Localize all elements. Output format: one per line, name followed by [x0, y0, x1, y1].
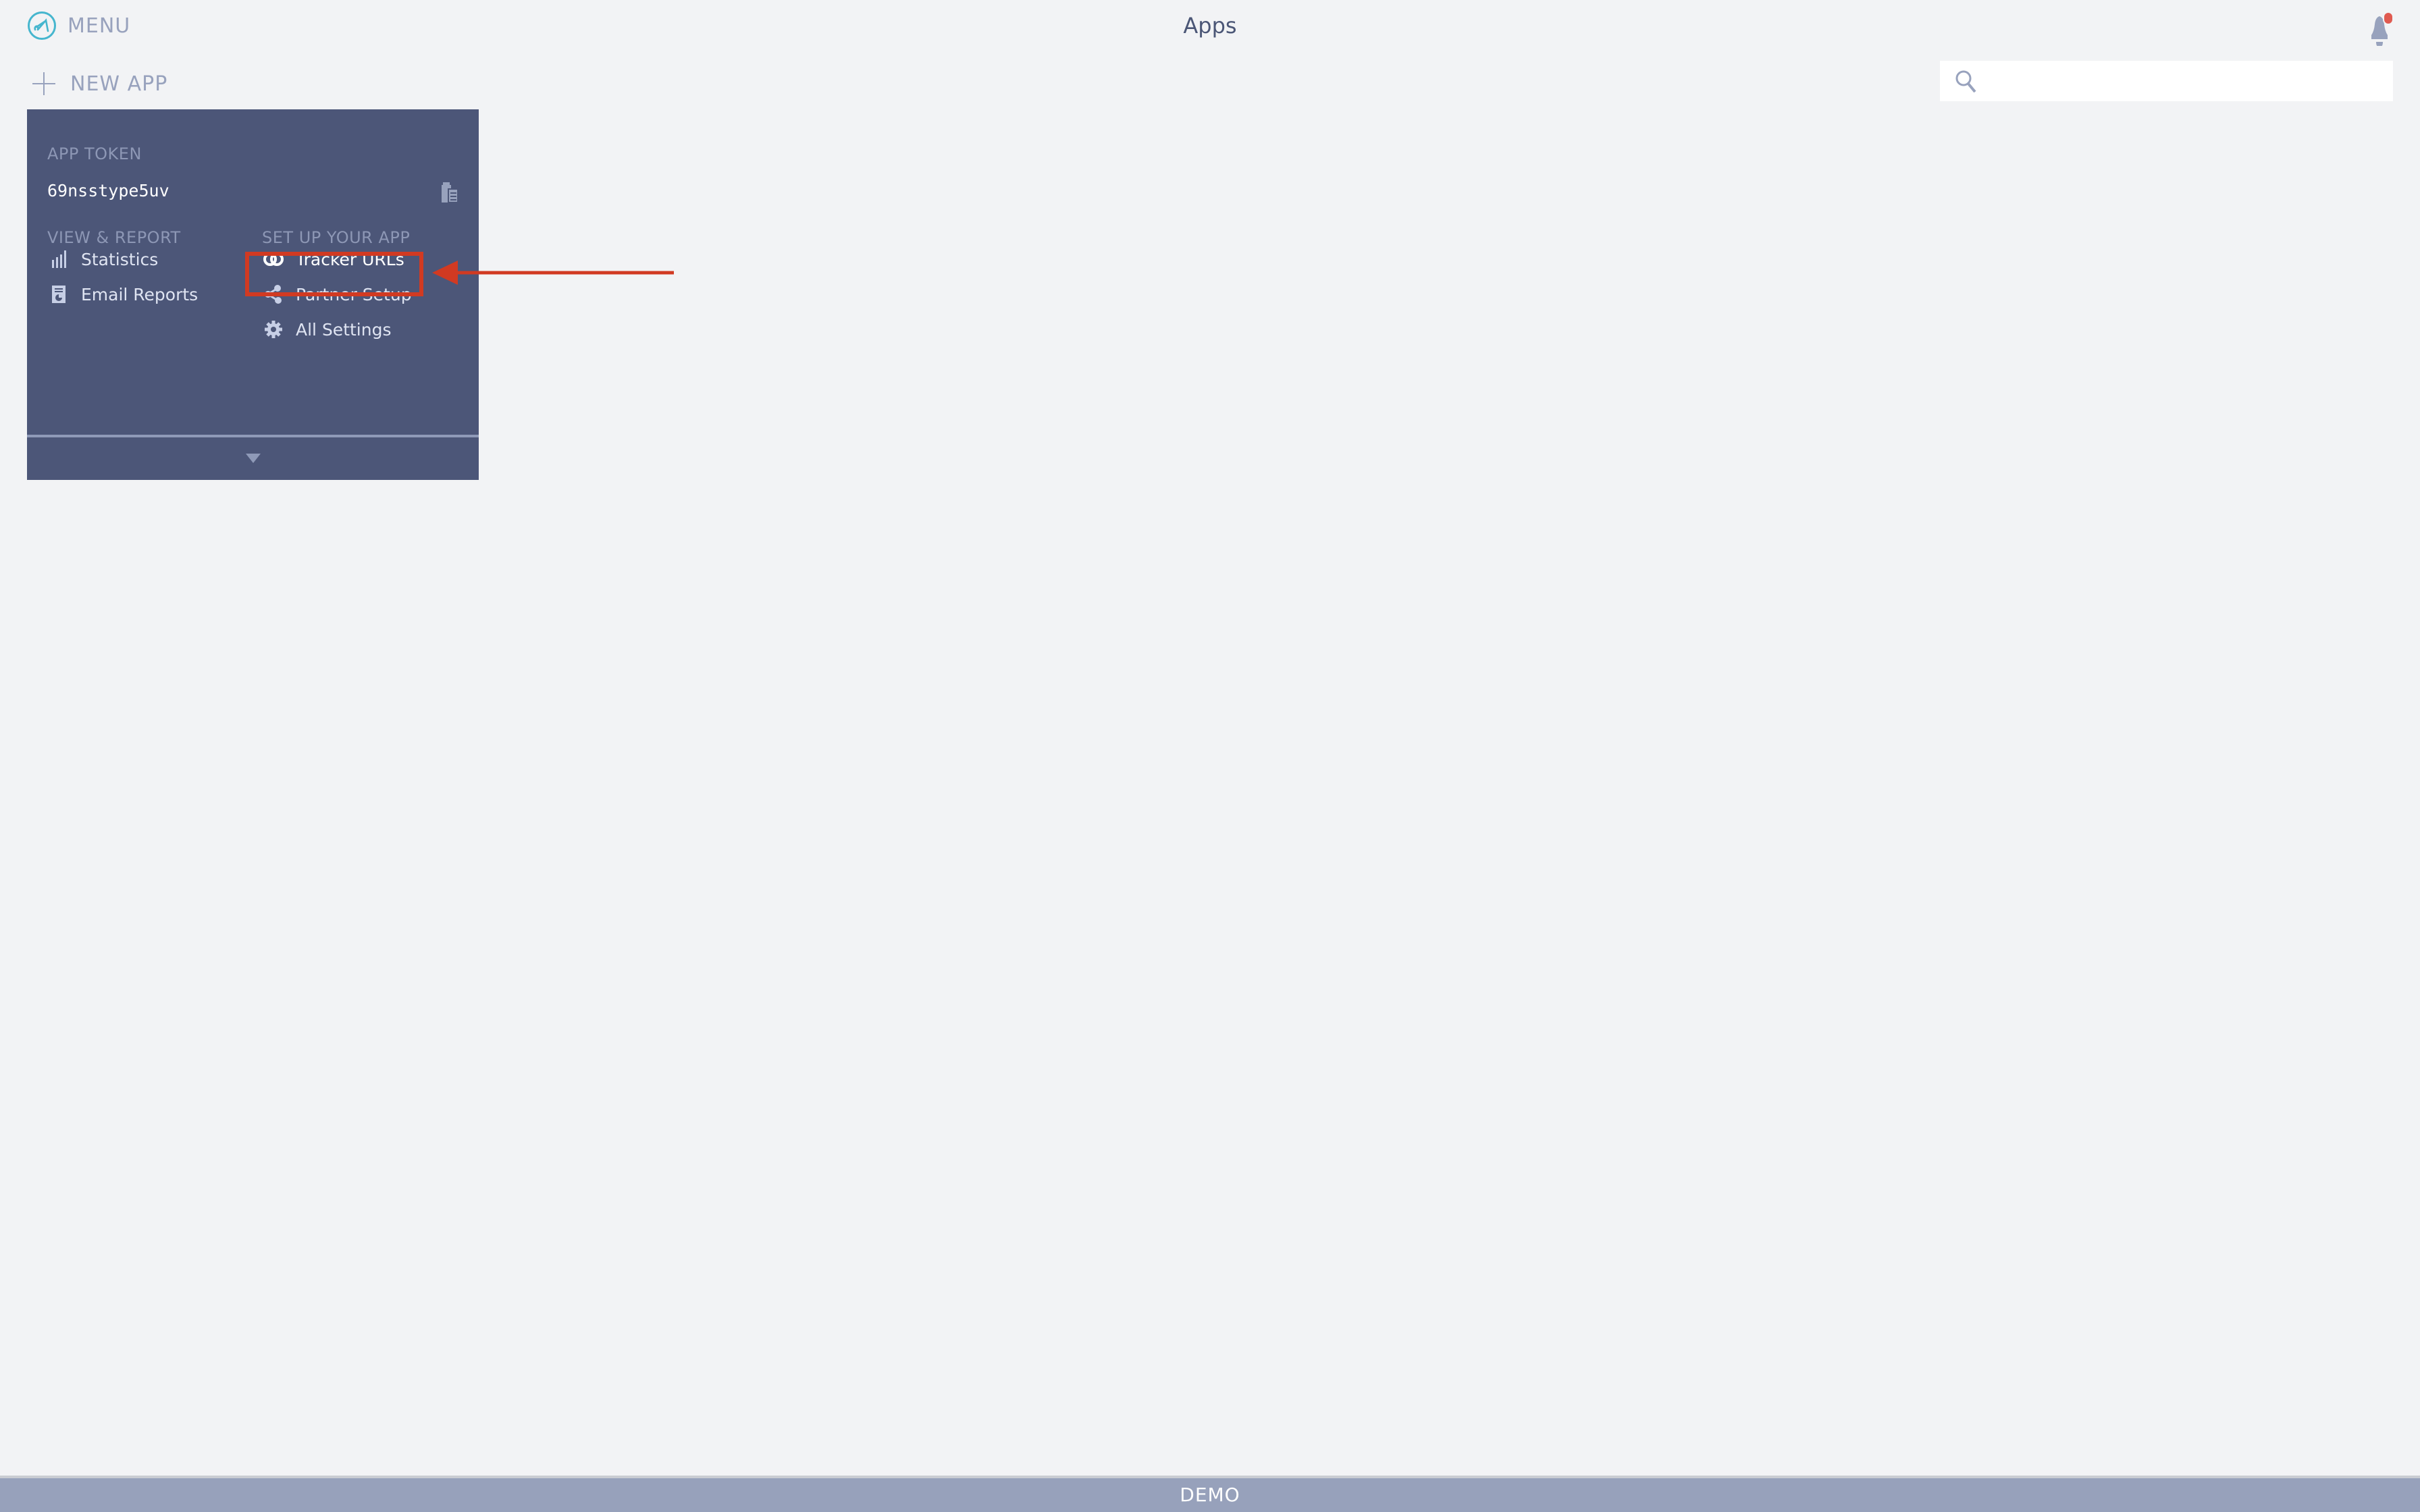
- notification-bell-icon[interactable]: [2363, 9, 2397, 46]
- notification-badge: [2383, 11, 2394, 25]
- search-icon: [1955, 70, 1976, 93]
- statistics-link[interactable]: Statistics: [47, 246, 158, 273]
- app-token-value: 69nsstype5uv: [47, 181, 169, 200]
- new-app-label: NEW APP: [70, 72, 168, 96]
- page-title: Apps: [1183, 13, 1237, 38]
- search-box[interactable]: [1940, 61, 2393, 103]
- clipboard-copy-icon[interactable]: [440, 181, 459, 204]
- search-input[interactable]: [1987, 61, 2388, 103]
- email-reports-link[interactable]: Email Reports: [47, 281, 198, 308]
- new-app-button[interactable]: NEW APP: [32, 68, 167, 100]
- setup-app-heading: SET UP YOUR APP: [262, 228, 411, 247]
- email-reports-label: Email Reports: [81, 284, 199, 304]
- all-settings-link[interactable]: All Settings: [262, 316, 391, 343]
- statistics-label: Statistics: [81, 249, 159, 269]
- report-icon: [47, 284, 70, 304]
- expand-card-button[interactable]: [27, 437, 479, 480]
- bar-chart-icon: [47, 249, 70, 269]
- annotation-highlight-box: [245, 252, 423, 296]
- chevron-down-icon: [246, 454, 261, 463]
- gear-icon: [262, 319, 285, 340]
- plus-icon: [32, 72, 55, 95]
- environment-label: DEMO: [1180, 1484, 1240, 1506]
- all-settings-label: All Settings: [296, 319, 392, 340]
- app-token-label: APP TOKEN: [47, 144, 142, 163]
- view-report-heading: VIEW & REPORT: [47, 228, 181, 247]
- annotation-arrow-icon: [432, 261, 674, 285]
- footer-bar: DEMO: [0, 1476, 2420, 1512]
